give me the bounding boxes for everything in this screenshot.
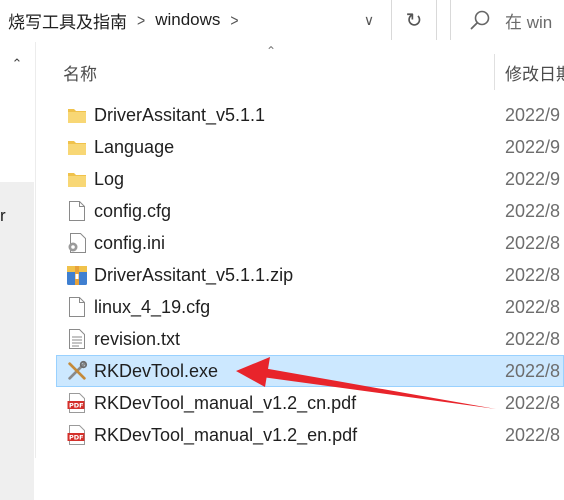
file-name: Language: [94, 136, 175, 157]
column-divider[interactable]: [494, 54, 495, 90]
file-date: 2022/8: [505, 200, 561, 221]
file-date: 2022/8: [505, 296, 561, 317]
file-name: DriverAssitant_v5.1.1.zip: [94, 264, 294, 285]
file-row[interactable]: config.ini 2022/8: [36, 227, 564, 259]
file-date: 2022/8: [505, 232, 561, 253]
blank-file-icon: [66, 199, 88, 223]
file-date: 2022/9: [505, 136, 561, 157]
navigation-pane: ⌃ r: [0, 42, 36, 500]
file-row[interactable]: DriverAssitant_v5.1.1.zip 2022/8: [36, 259, 564, 291]
file-name: DriverAssitant_v5.1.1: [94, 104, 266, 125]
nav-item-label[interactable]: r: [0, 206, 6, 226]
tools-exe-icon: [66, 359, 88, 383]
file-date: 2022/8: [505, 424, 561, 445]
search-placeholder: 在 win: [505, 12, 553, 32]
folder-icon: [66, 167, 88, 191]
refresh-button[interactable]: ↻: [391, 0, 437, 40]
file-name: RKDevTool.exe: [94, 360, 219, 381]
file-rows: DriverAssitant_v5.1.1 2022/9 Language 20…: [36, 99, 564, 451]
file-name: config.cfg: [94, 200, 172, 221]
file-name: config.ini: [94, 232, 166, 253]
file-date: 2022/9: [505, 168, 561, 189]
file-date: 2022/8: [505, 264, 561, 285]
address-bar: 烧写工具及指南 > windows > ∨ ↻ 在 win: [0, 0, 564, 42]
search-icon: [470, 10, 490, 30]
file-row[interactable]: DriverAssitant_v5.1.1 2022/9: [36, 99, 564, 131]
blank-file-icon: [66, 295, 88, 319]
breadcrumb-item-parent[interactable]: 烧写工具及指南: [0, 8, 127, 33]
file-row[interactable]: linux_4_19.cfg 2022/8: [36, 291, 564, 323]
history-dropdown-button[interactable]: ∨: [352, 0, 386, 40]
refresh-icon: ↻: [405, 9, 423, 32]
file-date: 2022/9: [505, 104, 561, 125]
column-header-row: 名称 修改日期: [36, 54, 564, 90]
search-input[interactable]: 在 win: [450, 0, 564, 40]
column-header-date[interactable]: 修改日期: [505, 60, 564, 85]
file-name: Log: [94, 168, 125, 189]
file-row[interactable]: revision.txt 2022/8: [36, 323, 564, 355]
chevron-up-icon: ⌃: [11, 56, 23, 71]
folder-icon: [66, 135, 88, 159]
ini-file-icon: [66, 231, 88, 255]
svg-text:PDF: PDF: [69, 402, 84, 410]
folder-icon: [66, 103, 88, 127]
file-row[interactable]: PDF RKDevTool_manual_v1.2_en.pdf 2022/8: [36, 419, 564, 451]
column-header-name[interactable]: 名称: [63, 60, 97, 85]
file-name: RKDevTool_manual_v1.2_cn.pdf: [94, 392, 357, 413]
pdf-file-icon: PDF: [66, 391, 88, 415]
breadcrumb-item-current[interactable]: windows: [155, 10, 220, 30]
file-name: revision.txt: [94, 328, 181, 349]
breadcrumb-separator-icon[interactable]: >: [220, 10, 248, 29]
file-date: 2022/8: [505, 392, 561, 413]
breadcrumb: 烧写工具及指南 > windows >: [0, 0, 249, 40]
file-row[interactable]: PDF RKDevTool_manual_v1.2_cn.pdf 2022/8: [36, 387, 564, 419]
nav-scroll-up-button[interactable]: ⌃: [0, 50, 34, 78]
file-name: linux_4_19.cfg: [94, 296, 211, 317]
pdf-file-icon: PDF: [66, 423, 88, 447]
file-row[interactable]: Log 2022/9: [36, 163, 564, 195]
file-date: 2022/8: [505, 328, 561, 349]
file-row-selected[interactable]: RKDevTool.exe 2022/8: [56, 355, 564, 387]
text-file-icon: [66, 327, 88, 351]
zip-file-icon: [66, 263, 88, 287]
file-list: ⌃ 名称 修改日期 DriverAssitant_v5.1.1 2022/9 L…: [36, 42, 564, 458]
chevron-down-icon: ∨: [363, 11, 375, 28]
file-name: RKDevTool_manual_v1.2_en.pdf: [94, 424, 358, 445]
file-row[interactable]: config.cfg 2022/8: [36, 195, 564, 227]
svg-text:PDF: PDF: [69, 434, 84, 442]
file-row[interactable]: Language 2022/9: [36, 131, 564, 163]
file-date: 2022/8: [505, 360, 561, 381]
breadcrumb-separator-icon[interactable]: >: [127, 10, 155, 29]
nav-scrollbar[interactable]: [0, 182, 34, 500]
